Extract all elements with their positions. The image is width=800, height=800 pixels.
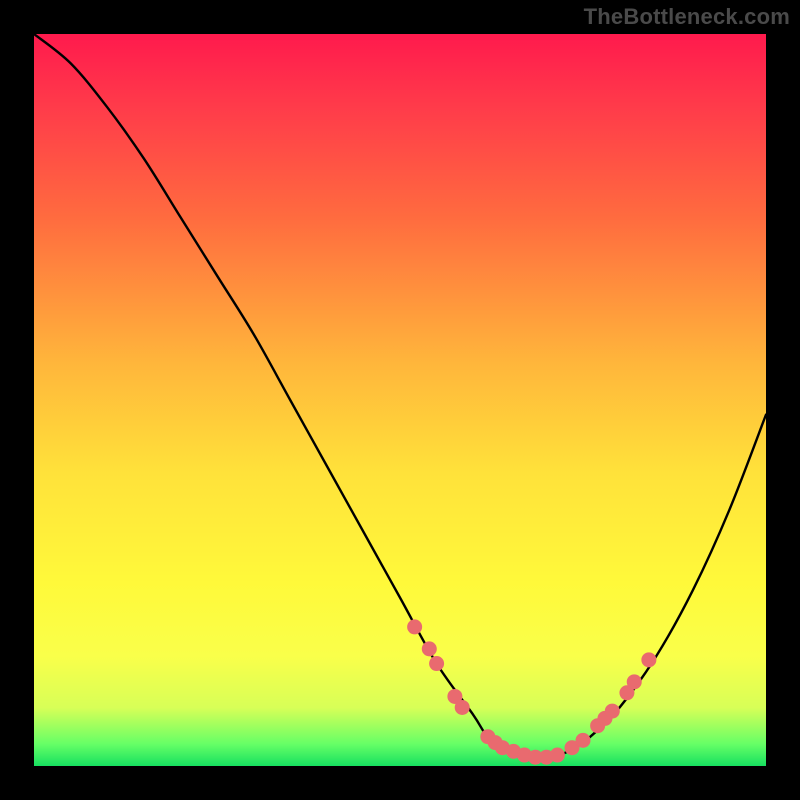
data-marker <box>576 733 591 748</box>
bottleneck-curve <box>34 34 766 760</box>
data-marker <box>422 641 437 656</box>
chart-frame: TheBottleneck.com <box>0 0 800 800</box>
data-marker <box>550 748 565 763</box>
plot-area <box>34 34 766 766</box>
watermark-text: TheBottleneck.com <box>584 4 790 30</box>
data-marker <box>605 704 620 719</box>
chart-svg <box>34 34 766 766</box>
data-marker <box>627 674 642 689</box>
data-markers <box>407 619 656 764</box>
data-marker <box>429 656 444 671</box>
data-marker <box>455 700 470 715</box>
data-marker <box>407 619 422 634</box>
data-marker <box>641 652 656 667</box>
